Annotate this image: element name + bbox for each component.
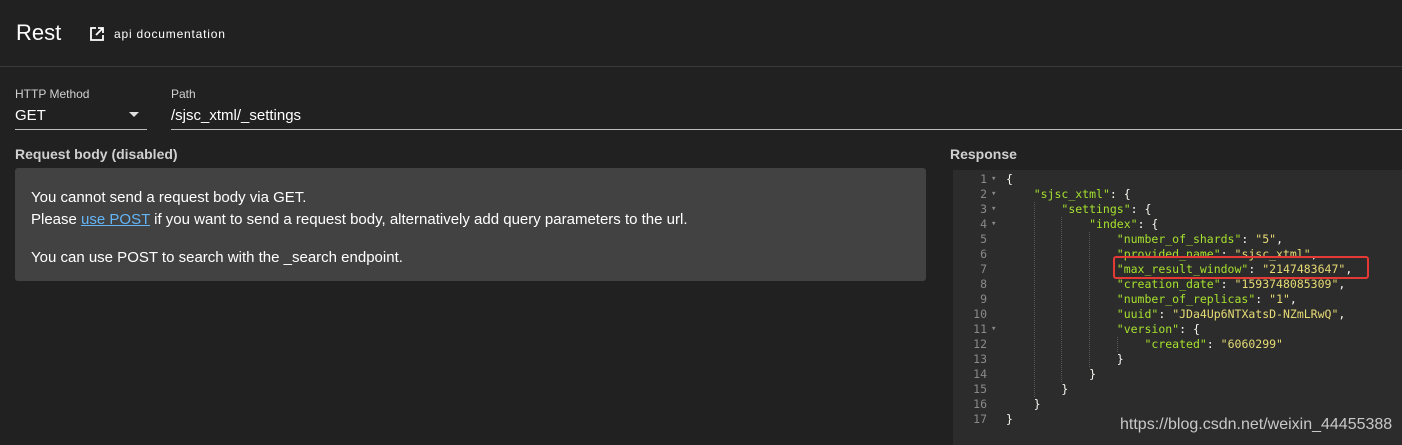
line-number: 4 <box>980 217 987 231</box>
code-text: } <box>1006 382 1069 396</box>
line-number: 9 <box>980 292 987 306</box>
use-post-link[interactable]: use POST <box>81 211 150 228</box>
code-text: "sjsc_xtml": { <box>1033 187 1131 201</box>
code-text: "number_of_shards": "5", <box>1116 232 1283 246</box>
line-number: 7 <box>980 262 987 276</box>
path-value: /sjsc_xtml/_settings <box>171 107 302 124</box>
request-body-message-line2: Please use POST if you want to send a re… <box>31 209 910 231</box>
http-method-value: GET <box>15 107 46 124</box>
line-number: 17 <box>973 412 987 426</box>
line-number: 13 <box>973 352 987 366</box>
watermark-text: https://blog.csdn.net/weixin_44455388 <box>1120 416 1393 433</box>
line-number: 6 <box>980 247 987 261</box>
fold-toggle-icon[interactable]: ▾ <box>991 217 996 232</box>
code-text: } <box>1006 412 1013 426</box>
response-editor[interactable]: 1 ▾ {2 ▾ "sjsc_xtml": { 3 ▾ "settings": { 4 ▾ "… <box>953 170 1402 445</box>
indent-guide <box>1089 232 1091 367</box>
path-label: Path <box>171 87 196 101</box>
api-documentation-link[interactable]: api documentation <box>90 27 226 41</box>
line-number: 16 <box>973 397 987 411</box>
line-number: 12 <box>973 337 987 351</box>
path-input[interactable]: Path /sjsc_xtml/_settings <box>171 87 1402 130</box>
request-body-disabled-panel: You cannot send a request body via GET. … <box>15 168 926 281</box>
code-text: "created": "6060299" <box>1144 337 1283 351</box>
request-body-title: Request body (disabled) <box>15 146 178 162</box>
indent-guide <box>1061 217 1063 382</box>
request-body-message-line3: You can use POST to search with the _sea… <box>31 249 403 266</box>
code-text: "uuid": "JDa4Up6NTXatsD-NZmLRwQ", <box>1116 307 1346 321</box>
http-method-label: HTTP Method <box>15 87 90 101</box>
highlight-annotation-box <box>1113 256 1369 279</box>
fold-toggle-icon[interactable]: ▾ <box>991 172 996 187</box>
top-app-bar: Rest api documentation <box>0 0 1402 67</box>
response-title: Response <box>950 146 1017 162</box>
line-number: 2 <box>980 187 987 201</box>
request-body-message-line1: You cannot send a request body via GET. <box>31 189 307 206</box>
code-text: "index": { <box>1089 217 1159 231</box>
fold-toggle-icon[interactable]: ▾ <box>991 187 996 202</box>
line-number: 8 <box>980 277 987 291</box>
line-number: 5 <box>980 232 987 246</box>
line-number: 14 <box>973 367 987 381</box>
line2-prefix: Please <box>31 211 82 228</box>
line-number: 3 <box>980 202 987 216</box>
line2-suffix: if you want to send a request body, alte… <box>149 211 688 228</box>
code-text: "creation_date": "1593748085309", <box>1116 277 1346 291</box>
fold-toggle-icon[interactable]: ▾ <box>991 322 996 337</box>
path-underline <box>171 129 1402 130</box>
page-title: Rest <box>16 20 62 45</box>
indent-guide <box>1033 202 1036 397</box>
fold-toggle-icon[interactable]: ▾ <box>991 202 996 217</box>
method-underline <box>15 129 147 130</box>
api-documentation-label: api documentation <box>114 27 226 41</box>
line-number: 15 <box>973 382 987 396</box>
code-text: } <box>1006 367 1097 381</box>
line-number: 10 <box>973 307 987 321</box>
open-in-new-icon <box>90 27 104 41</box>
code-text: { <box>1006 172 1013 186</box>
line-number: 1 <box>980 172 987 186</box>
http-method-select[interactable]: HTTP Method GET <box>15 87 147 130</box>
code-text: } <box>1006 352 1124 366</box>
indent-guide <box>1116 337 1119 352</box>
dropdown-arrow-icon <box>129 112 139 117</box>
code-text: "number_of_replicas": "1", <box>1116 292 1297 306</box>
code-text: } <box>1006 397 1041 411</box>
line-number: 11 <box>973 322 987 336</box>
code-text: "settings": { <box>1061 202 1152 216</box>
